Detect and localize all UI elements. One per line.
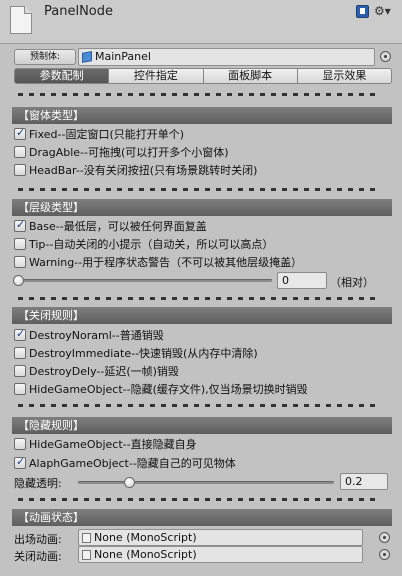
enter-anim-value: None (MonoScript) — [94, 531, 197, 544]
divider — [18, 404, 378, 407]
option-label: AlaphGameObject--隐藏自己的可见物体 — [29, 457, 236, 470]
prefab-value: MainPanel — [95, 50, 151, 63]
gear-icon[interactable]: ⚙▾ — [374, 4, 391, 18]
checkbox[interactable] — [14, 164, 26, 176]
prefab-row: 预制体: MainPanel — [14, 48, 392, 66]
relative-label: （相对） — [330, 276, 374, 289]
enter-anim-field[interactable]: None (MonoScript) — [78, 529, 363, 546]
option-hide-gameobject-cache[interactable]: HideGameObject--隐藏(缓存文件),仅当场景切换时销毁 — [14, 381, 308, 397]
layer-slider-handle[interactable] — [13, 275, 24, 286]
layer-slider-track[interactable] — [18, 279, 272, 282]
enter-anim-label: 出场动画: — [14, 533, 62, 546]
option-label: HideGameObject--隐藏(缓存文件),仅当场景切换时销毁 — [29, 383, 308, 396]
object-picker-icon[interactable] — [380, 51, 391, 62]
checkbox[interactable] — [14, 327, 26, 341]
option-label: DestroyNoraml--普通销毁 — [29, 329, 164, 342]
layer-value-field[interactable]: 0 — [277, 272, 327, 289]
prefab-object-field[interactable]: MainPanel — [78, 48, 375, 66]
option-label: Base--最低层，可以被任何界面复盖 — [29, 220, 207, 233]
checkbox[interactable] — [14, 146, 26, 158]
option-destroy-immediate[interactable]: DestroyImmediate--快速销毁(从内存中清除) — [14, 345, 258, 361]
option-fixed[interactable]: Fixed--固定窗口(只能打开单个) — [14, 126, 184, 142]
option-label: DestroyDely--延迟(一帧)销毁 — [29, 365, 179, 378]
checkbox[interactable] — [14, 455, 26, 469]
option-label: DestroyImmediate--快速销毁(从内存中清除) — [29, 347, 258, 360]
checkbox[interactable] — [14, 218, 26, 232]
enter-anim-picker-icon[interactable] — [379, 532, 390, 543]
exit-anim-field[interactable]: None (MonoScript) — [78, 546, 363, 563]
tab-panel-script[interactable]: 面板脚本 — [203, 68, 298, 84]
tab-param-config[interactable]: 参数配制 — [14, 68, 110, 84]
checkbox[interactable] — [14, 256, 26, 268]
section-anim-state: 【动画状态】 — [12, 509, 392, 526]
divider — [18, 297, 378, 300]
option-base[interactable]: Base--最低层，可以被任何界面复盖 — [14, 218, 207, 234]
option-label: HideGameObject--直接隐藏自身 — [29, 438, 197, 451]
option-label: Warning--用于程序状态警告（不可以被其他层级掩盖） — [29, 256, 303, 269]
script-icon — [82, 550, 91, 560]
section-close-rule: 【关闭规则】 — [12, 307, 392, 324]
component-title: PanelNode — [44, 4, 113, 19]
divider — [18, 498, 378, 501]
option-dragable[interactable]: DragAble--可拖拽(可以打开多个小窗体) — [14, 144, 229, 160]
alpha-label: 隐藏透明: — [14, 477, 62, 490]
checkbox[interactable] — [14, 347, 26, 359]
option-destroy-normal[interactable]: DestroyNoraml--普通销毁 — [14, 327, 164, 343]
section-window-type: 【窗体类型】 — [12, 107, 392, 124]
option-warning[interactable]: Warning--用于程序状态警告（不可以被其他层级掩盖） — [14, 254, 302, 270]
option-hide-gameobject[interactable]: HideGameObject--直接隐藏自身 — [14, 436, 197, 452]
divider — [18, 188, 378, 191]
checkbox[interactable] — [14, 126, 26, 140]
option-label: Tip--自动关闭的小提示（自动关，所以可以高点） — [29, 238, 274, 251]
option-destroy-delay[interactable]: DestroyDely--延迟(一帧)销毁 — [14, 363, 179, 379]
option-label: HeadBar--没有关闭按扭(只有场景跳转时关闭) — [29, 164, 258, 177]
inspector-header: PanelNode ⚙▾ — [0, 0, 402, 44]
book-icon[interactable] — [356, 5, 369, 18]
tab-bar: 参数配制 控件指定 面板脚本 显示效果 — [14, 68, 392, 84]
tab-control-assign[interactable]: 控件指定 — [109, 68, 204, 84]
alpha-value-field[interactable]: 0.2 — [340, 473, 388, 490]
exit-anim-value: None (MonoScript) — [94, 548, 197, 561]
divider — [18, 93, 378, 96]
option-tip[interactable]: Tip--自动关闭的小提示（自动关，所以可以高点） — [14, 236, 273, 252]
tab-display-effect[interactable]: 显示效果 — [297, 68, 392, 84]
section-layer-type: 【层级类型】 — [12, 199, 392, 216]
option-headbar[interactable]: HeadBar--没有关闭按扭(只有场景跳转时关闭) — [14, 162, 257, 178]
checkbox[interactable] — [14, 438, 26, 450]
checkbox[interactable] — [14, 365, 26, 377]
section-hide-rule: 【隐藏规则】 — [12, 417, 392, 434]
exit-anim-picker-icon[interactable] — [379, 549, 390, 560]
checkbox[interactable] — [14, 383, 26, 395]
alpha-slider-track[interactable] — [78, 481, 334, 484]
prefab-button[interactable]: 预制体: — [14, 49, 76, 65]
prefab-cube-icon — [82, 51, 92, 63]
option-alpha-gameobject[interactable]: AlaphGameObject--隐藏自己的可见物体 — [14, 455, 236, 471]
file-icon — [10, 6, 32, 34]
exit-anim-label: 关闭动画: — [14, 550, 62, 563]
option-label: DragAble--可拖拽(可以打开多个小窗体) — [29, 146, 229, 159]
alpha-slider-handle[interactable] — [124, 477, 136, 488]
script-icon — [82, 533, 91, 543]
option-label: Fixed--固定窗口(只能打开单个) — [29, 128, 185, 141]
checkbox[interactable] — [14, 238, 26, 250]
